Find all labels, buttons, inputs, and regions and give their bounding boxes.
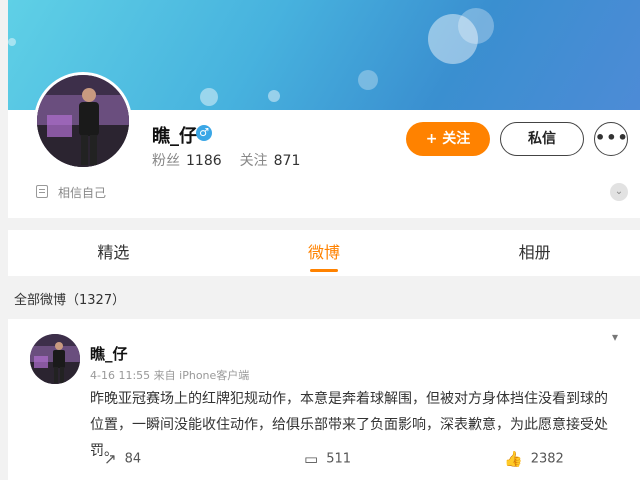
tab-album[interactable]: 相册 <box>429 230 640 276</box>
banner-bokeh <box>8 38 16 46</box>
post-author-avatar[interactable] <box>30 334 80 384</box>
avatar-photo <box>30 334 80 384</box>
more-options-button[interactable]: ••• <box>594 122 628 156</box>
follow-count[interactable]: 871 <box>274 153 301 169</box>
repost-count: 84 <box>124 451 142 467</box>
tab-weibo[interactable]: 微博 <box>219 230 430 276</box>
post-author-name[interactable]: 瞧_仔 <box>90 343 128 364</box>
thumbs-up-icon: 👍 <box>504 450 523 468</box>
chevron-down-icon[interactable]: ▾ <box>612 330 618 344</box>
male-icon: ♂ <box>196 125 212 141</box>
profile-name: 瞧_仔 <box>152 126 197 147</box>
chevron-down-icon[interactable]: ⌄ <box>610 183 628 201</box>
bio-icon <box>36 185 48 198</box>
banner-bokeh <box>458 8 494 44</box>
comment-count: 511 <box>326 451 352 467</box>
tab-featured[interactable]: 精选 <box>8 230 219 276</box>
profile-stats: 粉丝 1186 关注 871 <box>152 150 300 170</box>
fans-count[interactable]: 1186 <box>186 153 222 169</box>
repost-icon: ↗ <box>104 450 117 468</box>
follow-button[interactable]: + 关注 <box>406 122 490 156</box>
post-timestamp: 4-16 11:55 来自 iPhone客户端 <box>90 369 250 382</box>
feed-title: 全部微博（1327） <box>14 293 126 308</box>
like-button[interactable]: 👍 2382 <box>504 450 564 468</box>
profile-avatar[interactable] <box>34 72 132 170</box>
avatar-photo <box>37 75 129 167</box>
profile-bio: 相信自己 <box>58 186 107 200</box>
fans-label: 粉丝 <box>152 153 180 169</box>
follow-label: 关注 <box>239 153 268 169</box>
comment-icon: ▭ <box>304 450 319 468</box>
profile-tabs: 精选 微博 相册 <box>8 230 640 276</box>
banner-bokeh <box>200 88 218 106</box>
banner-bokeh <box>268 90 280 102</box>
banner-bokeh <box>358 70 378 90</box>
comment-button[interactable]: ▭ 511 <box>304 450 351 468</box>
like-count: 2382 <box>530 451 564 467</box>
message-button[interactable]: 私信 <box>500 122 584 156</box>
repost-button[interactable]: ↗ 84 <box>104 450 141 468</box>
